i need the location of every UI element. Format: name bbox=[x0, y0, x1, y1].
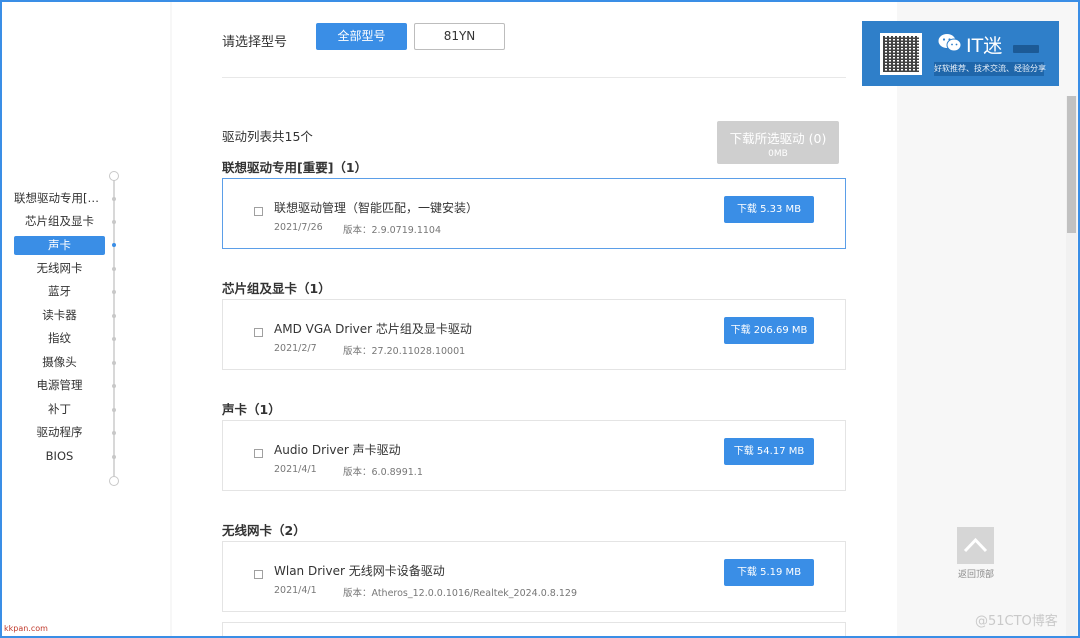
watermark-51cto: @51CTO博客 bbox=[975, 614, 1058, 629]
driver-card: Wlan Driver 无线网卡设备驱动 2021/4/1 版本：Atheros… bbox=[222, 541, 846, 612]
banner-badge bbox=[1013, 45, 1039, 53]
timeline-start-circle bbox=[109, 171, 119, 181]
download-button[interactable]: 下载 5.19 MB bbox=[724, 559, 814, 586]
sidebar-item-bluetooth[interactable]: 蓝牙 bbox=[14, 282, 105, 301]
sidebar-item-lenovo[interactable]: 联想驱动专用[重... bbox=[14, 189, 105, 208]
banner-title: IT迷 bbox=[966, 35, 1003, 57]
timeline-dot bbox=[112, 408, 116, 412]
timeline-dot bbox=[112, 337, 116, 341]
driver-list-panel: 请选择型号 全部型号 81YN 驱动列表共15个 下载所选驱动 (0) 0MB … bbox=[172, 0, 897, 638]
sidebar-item-audio[interactable]: 声卡 bbox=[14, 236, 105, 255]
back-to-top-label: 返回顶部 bbox=[957, 570, 994, 580]
sidebar-item-camera[interactable]: 摄像头 bbox=[14, 353, 105, 372]
back-to-top-button[interactable] bbox=[957, 527, 994, 564]
sidebar-item-patch[interactable]: 补丁 bbox=[14, 400, 105, 419]
driver-version: 版本：27.20.11028.10001 bbox=[343, 346, 466, 357]
driver-count: 驱动列表共15个 bbox=[222, 129, 313, 144]
timeline-dot bbox=[112, 314, 116, 318]
download-button[interactable]: 下载 5.33 MB bbox=[724, 196, 814, 223]
driver-version: 版本：6.0.8991.1 bbox=[343, 467, 423, 478]
sidebar-item-bios[interactable]: BIOS bbox=[14, 447, 105, 466]
driver-date: 2021/7/26 bbox=[274, 222, 323, 233]
download-selected-size: 0MB bbox=[768, 149, 788, 159]
driver-card: AMD VGA Driver 芯片组及显卡驱动 2021/2/7 版本：27.2… bbox=[222, 299, 846, 370]
driver-card bbox=[222, 622, 846, 638]
banner-subtitle: 好软推荐、技术交流、经验分享 bbox=[934, 62, 1046, 76]
timeline-dot bbox=[112, 267, 116, 271]
driver-card: 联想驱动管理（智能匹配，一键安装） 2021/7/26 版本：2.9.0719.… bbox=[222, 178, 846, 249]
category-title-lenovo: 联想驱动专用[重要]（1） bbox=[222, 160, 368, 175]
driver-date: 2021/4/1 bbox=[274, 585, 317, 596]
timeline-dot bbox=[112, 220, 116, 224]
sidebar-item-power[interactable]: 电源管理 bbox=[14, 376, 105, 395]
sidebar-item-wlan[interactable]: 无线网卡 bbox=[14, 259, 105, 278]
divider bbox=[222, 77, 846, 78]
driver-version: 版本：Atheros_12.0.0.1016/Realtek_2024.0.8.… bbox=[343, 588, 578, 599]
driver-date: 2021/2/7 bbox=[274, 343, 317, 354]
timeline-end-circle bbox=[109, 476, 119, 486]
category-title-audio: 声卡（1） bbox=[222, 402, 281, 417]
driver-checkbox[interactable] bbox=[254, 570, 263, 579]
driver-checkbox[interactable] bbox=[254, 328, 263, 337]
driver-checkbox[interactable] bbox=[254, 449, 263, 458]
driver-version: 版本：2.9.0719.1104 bbox=[343, 225, 442, 236]
driver-name: Audio Driver 声卡驱动 bbox=[274, 443, 401, 457]
chevron-up-icon bbox=[963, 537, 988, 553]
driver-name: 联想驱动管理（智能匹配，一键安装） bbox=[274, 201, 479, 215]
timeline-dot bbox=[112, 384, 116, 388]
driver-date: 2021/4/1 bbox=[274, 464, 317, 475]
model-select-label: 请选择型号 bbox=[222, 35, 288, 50]
sidebar-item-fingerprint[interactable]: 指纹 bbox=[14, 329, 105, 348]
scrollbar-thumb[interactable] bbox=[1067, 96, 1076, 233]
timeline-dot bbox=[112, 361, 116, 365]
download-button[interactable]: 下载 206.69 MB bbox=[724, 317, 814, 344]
driver-card: Audio Driver 声卡驱动 2021/4/1 版本：6.0.8991.1… bbox=[222, 420, 846, 491]
category-title-wlan: 无线网卡（2） bbox=[222, 523, 306, 538]
driver-name: Wlan Driver 无线网卡设备驱动 bbox=[274, 564, 445, 578]
qr-code-icon bbox=[880, 33, 922, 75]
sidebar-item-card-reader[interactable]: 读卡器 bbox=[14, 306, 105, 325]
timeline-dot bbox=[112, 455, 116, 459]
page-scrollbar[interactable] bbox=[1066, 96, 1077, 636]
sidebar-item-chipset[interactable]: 芯片组及显卡 bbox=[14, 212, 105, 231]
wechat-banner[interactable]: IT迷 好软推荐、技术交流、经验分享 bbox=[862, 21, 1059, 86]
watermark-kkpan: kkpan.com bbox=[4, 624, 48, 633]
model-81yn-button[interactable]: 81YN bbox=[414, 23, 505, 50]
timeline-dot bbox=[112, 197, 116, 201]
sidebar-item-driver[interactable]: 驱动程序 bbox=[14, 423, 105, 442]
category-sidebar: 联想驱动专用[重... 芯片组及显卡 声卡 无线网卡 蓝牙 读卡器 指纹 摄像头… bbox=[0, 0, 170, 638]
all-models-button[interactable]: 全部型号 bbox=[316, 23, 407, 50]
timeline-dot-active bbox=[112, 243, 116, 247]
download-selected-label: 下载所选驱动 (0) bbox=[729, 131, 827, 146]
timeline-dot bbox=[112, 431, 116, 435]
driver-checkbox[interactable] bbox=[254, 207, 263, 216]
timeline-dot bbox=[112, 290, 116, 294]
download-button[interactable]: 下载 54.17 MB bbox=[724, 438, 814, 465]
driver-name: AMD VGA Driver 芯片组及显卡驱动 bbox=[274, 322, 472, 336]
wechat-icon bbox=[938, 34, 962, 52]
download-selected-button[interactable]: 下载所选驱动 (0) 0MB bbox=[717, 121, 839, 164]
category-title-chipset: 芯片组及显卡（1） bbox=[222, 281, 331, 296]
